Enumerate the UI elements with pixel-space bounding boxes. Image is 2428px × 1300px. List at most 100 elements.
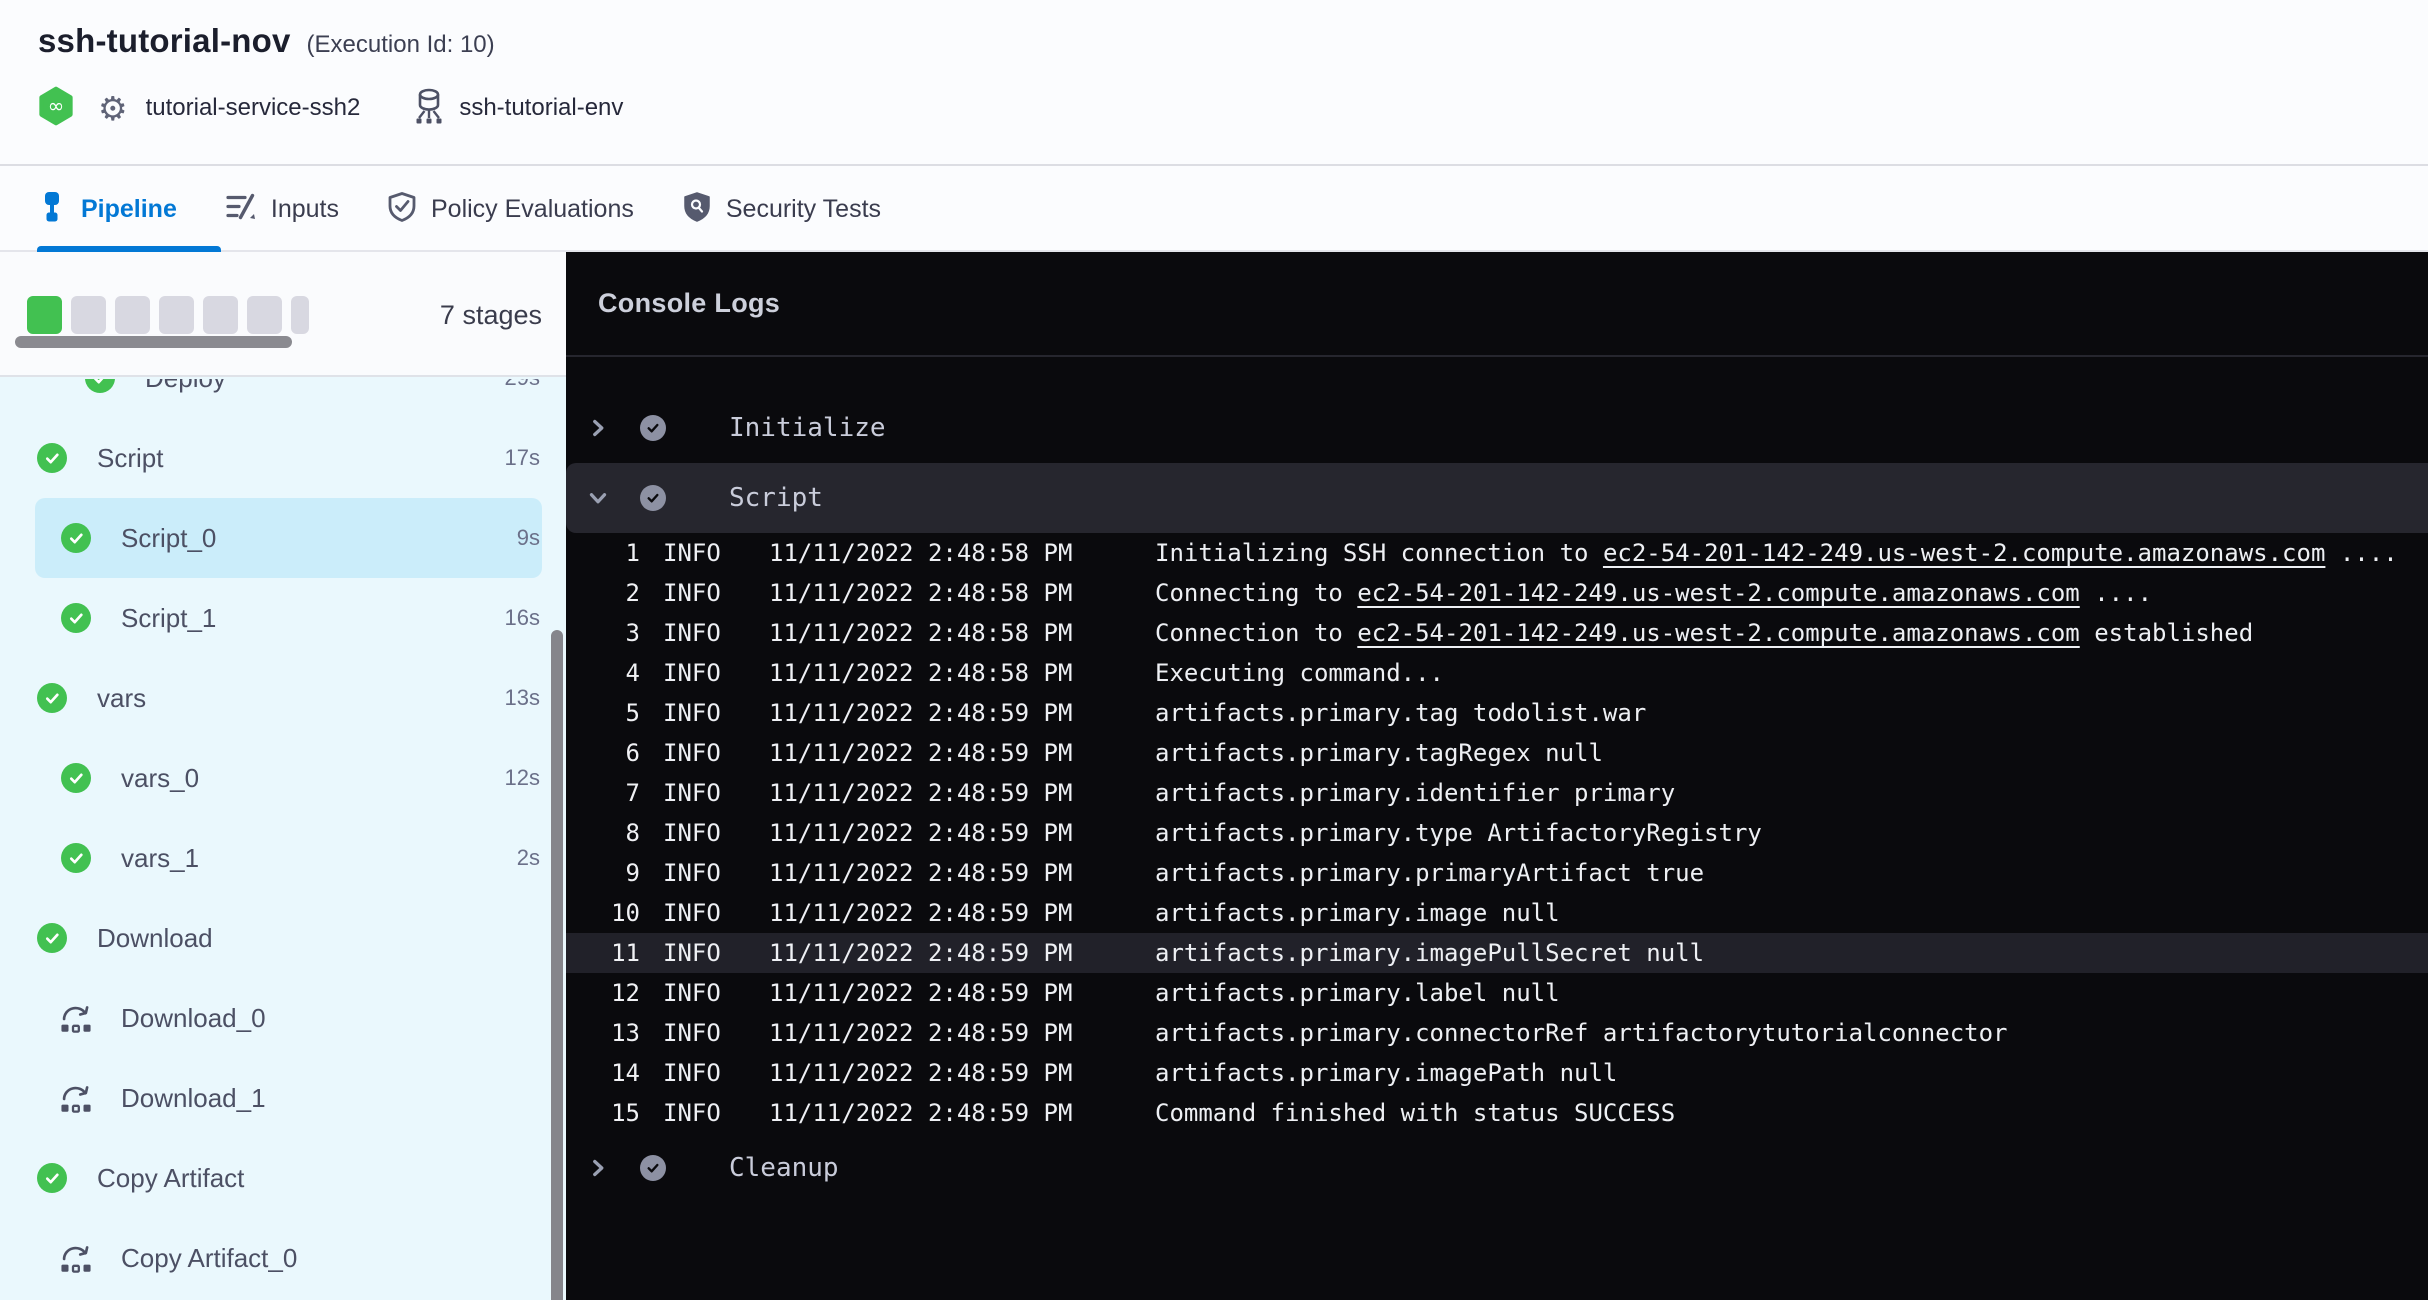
check-icon: [85, 379, 115, 393]
chevron-down-icon[interactable]: [585, 485, 611, 511]
stage-segment[interactable]: [27, 296, 62, 334]
check-icon: [37, 683, 67, 713]
log-line: 4INFO11/11/2022 2:48:58 PMExecuting comm…: [566, 653, 2428, 693]
stage-label: vars: [97, 683, 146, 714]
log-timestamp: 11/11/2022 2:48:58 PM: [769, 539, 1073, 567]
stage-duration: 9s: [517, 525, 540, 551]
log-section-initialize[interactable]: Initialize: [566, 393, 2428, 463]
stage-count-label: 7 stages: [440, 296, 542, 334]
log-line: 12INFO11/11/2022 2:48:59 PMartifacts.pri…: [566, 973, 2428, 1013]
stage-duration: 16s: [505, 605, 540, 631]
stage-segment[interactable]: [71, 296, 106, 334]
sidebar-item-download-0[interactable]: Download_0: [0, 978, 566, 1058]
host-link[interactable]: ec2-54-201-142-249.us-west-2.compute.ama…: [1357, 619, 2079, 647]
tab-policy-evaluations[interactable]: Policy Evaluations: [387, 168, 634, 250]
sidebar-item-vars[interactable]: vars 13s: [0, 658, 566, 738]
stage-segment[interactable]: [291, 296, 309, 334]
sidebar-item-script-1[interactable]: Script_1 16s: [0, 578, 566, 658]
stage-label: Deploy: [145, 379, 226, 394]
sidebar-item-download-1[interactable]: Download_1: [0, 1058, 566, 1138]
log-line: 2INFO11/11/2022 2:48:58 PMConnecting to …: [566, 573, 2428, 613]
stage-label: Copy Artifact_0: [121, 1243, 297, 1274]
log-timestamp: 11/11/2022 2:48:58 PM: [769, 619, 1073, 647]
stage-duration: 13s: [505, 685, 540, 711]
log-line-number: 5: [566, 699, 640, 727]
sidebar-item-copy-artifact[interactable]: Copy Artifact: [0, 1138, 566, 1218]
sidebar-item-vars-0[interactable]: vars_012s: [0, 738, 566, 818]
execution-id: (Execution Id: 10): [307, 31, 495, 59]
log-timestamp: 11/11/2022 2:48:58 PM: [769, 659, 1073, 687]
stage-segment[interactable]: [115, 296, 150, 334]
log-line-number: 6: [566, 739, 640, 767]
log-level: INFO: [663, 899, 721, 927]
log-message: artifacts.primary.connectorRef artifacto…: [1155, 1019, 2008, 1047]
stage-label: Copy Artifact: [97, 1163, 244, 1194]
stage-strip-horizontal-scrollbar[interactable]: [15, 336, 292, 348]
stages-sidebar: 7 stages Deploy 29s Script17s Script_09s …: [0, 252, 566, 1300]
log-level: INFO: [663, 699, 721, 727]
service-gear-icon: ⚙: [98, 92, 128, 125]
log-timestamp: 11/11/2022 2:48:59 PM: [769, 699, 1073, 727]
log-line-number: 11: [566, 939, 640, 967]
log-timestamp: 11/11/2022 2:48:59 PM: [769, 1059, 1073, 1087]
section-label: Cleanup: [729, 1153, 839, 1183]
stage-list: Deploy 29s Script17s Script_09s Script_1 1…: [0, 379, 566, 1300]
log-timestamp: 11/11/2022 2:48:59 PM: [769, 1019, 1073, 1047]
log-timestamp: 11/11/2022 2:48:59 PM: [769, 739, 1073, 767]
service-status-icon: ∞: [38, 86, 74, 131]
stage-duration: 17s: [505, 445, 540, 471]
log-message: Command finished with status SUCCESS: [1155, 1099, 1675, 1127]
log-message: Connection to ec2-54-201-142-249.us-west…: [1155, 619, 2253, 647]
stage-list-vertical-scrollbar[interactable]: [551, 630, 563, 1300]
log-timestamp: 11/11/2022 2:48:59 PM: [769, 859, 1073, 887]
console-header: Console Logs: [566, 252, 2428, 357]
console-body: Initialize Script1INFO11/11/2022 2:48:58…: [566, 357, 2428, 1203]
sidebar-item-script[interactable]: Script17s: [0, 418, 566, 498]
sidebar-item-copy-artifact-0[interactable]: Copy Artifact_0: [0, 1218, 566, 1298]
shield-check-icon: [387, 191, 417, 228]
log-section-script[interactable]: Script: [566, 463, 2428, 533]
sidebar-item-deploy[interactable]: Deploy 29s: [0, 379, 566, 418]
tab-pipeline[interactable]: Pipeline: [37, 168, 177, 250]
stage-label: vars_1: [121, 843, 199, 874]
stage-segment[interactable]: [159, 296, 194, 334]
stage-progress-strip[interactable]: [27, 296, 309, 334]
tab-security-tests-label: Security Tests: [726, 195, 881, 224]
service-name[interactable]: tutorial-service-ssh2: [146, 94, 361, 122]
stage-segment[interactable]: [247, 296, 282, 334]
log-level: INFO: [663, 779, 721, 807]
sidebar-item-download[interactable]: Download: [0, 898, 566, 978]
environment-name[interactable]: ssh-tutorial-env: [459, 94, 623, 122]
log-line: 5 INFO 11/11/2022 2:48:59 PM artifacts.prim…: [566, 693, 2428, 733]
log-level: INFO: [663, 1059, 721, 1087]
log-section-cleanup[interactable]: Cleanup: [566, 1133, 2428, 1203]
stage-duration: 12s: [505, 765, 540, 791]
stages-summary-header: 7 stages: [0, 252, 566, 377]
stage-label: Download_0: [121, 1003, 266, 1034]
log-timestamp: 11/11/2022 2:48:59 PM: [769, 1099, 1073, 1127]
log-line: 7INFO11/11/2022 2:48:59 PMartifacts.prim…: [566, 773, 2428, 813]
sidebar-item-vars-1[interactable]: vars_12s: [0, 818, 566, 898]
host-link[interactable]: ec2-54-201-142-249.us-west-2.compute.ama…: [1603, 539, 2325, 567]
log-message: artifacts.primary.tagRegex null: [1155, 739, 1603, 767]
log-line-number: 15: [566, 1099, 640, 1127]
log-level: INFO: [663, 939, 721, 967]
tab-security-tests[interactable]: Security Tests: [682, 168, 881, 250]
sidebar-item-script-0[interactable]: Script_09s: [35, 498, 542, 578]
stage-duration: 29s: [505, 379, 540, 391]
log-line: 6INFO11/11/2022 2:48:59 PMartifacts.prim…: [566, 733, 2428, 773]
log-message: artifacts.primary.imagePullSecret null: [1155, 939, 1704, 967]
log-message: artifacts.primary.tag todolist.war: [1155, 699, 1646, 727]
tab-inputs[interactable]: Inputs: [225, 168, 339, 250]
check-icon: [37, 443, 67, 473]
log-level: INFO: [663, 1019, 721, 1047]
stage-segment[interactable]: [203, 296, 238, 334]
chevron-right-icon[interactable]: [585, 1155, 611, 1181]
section-label: Script: [729, 483, 823, 513]
stage-label: Script_1: [121, 603, 216, 634]
tab-pipeline-label: Pipeline: [81, 195, 177, 224]
chevron-right-icon[interactable]: [585, 415, 611, 441]
section-check-icon: [640, 415, 666, 441]
host-link[interactable]: ec2-54-201-142-249.us-west-2.compute.ama…: [1357, 579, 2079, 607]
log-line: 11INFO11/11/2022 2:48:59 PMartifacts.pri…: [566, 933, 2428, 973]
